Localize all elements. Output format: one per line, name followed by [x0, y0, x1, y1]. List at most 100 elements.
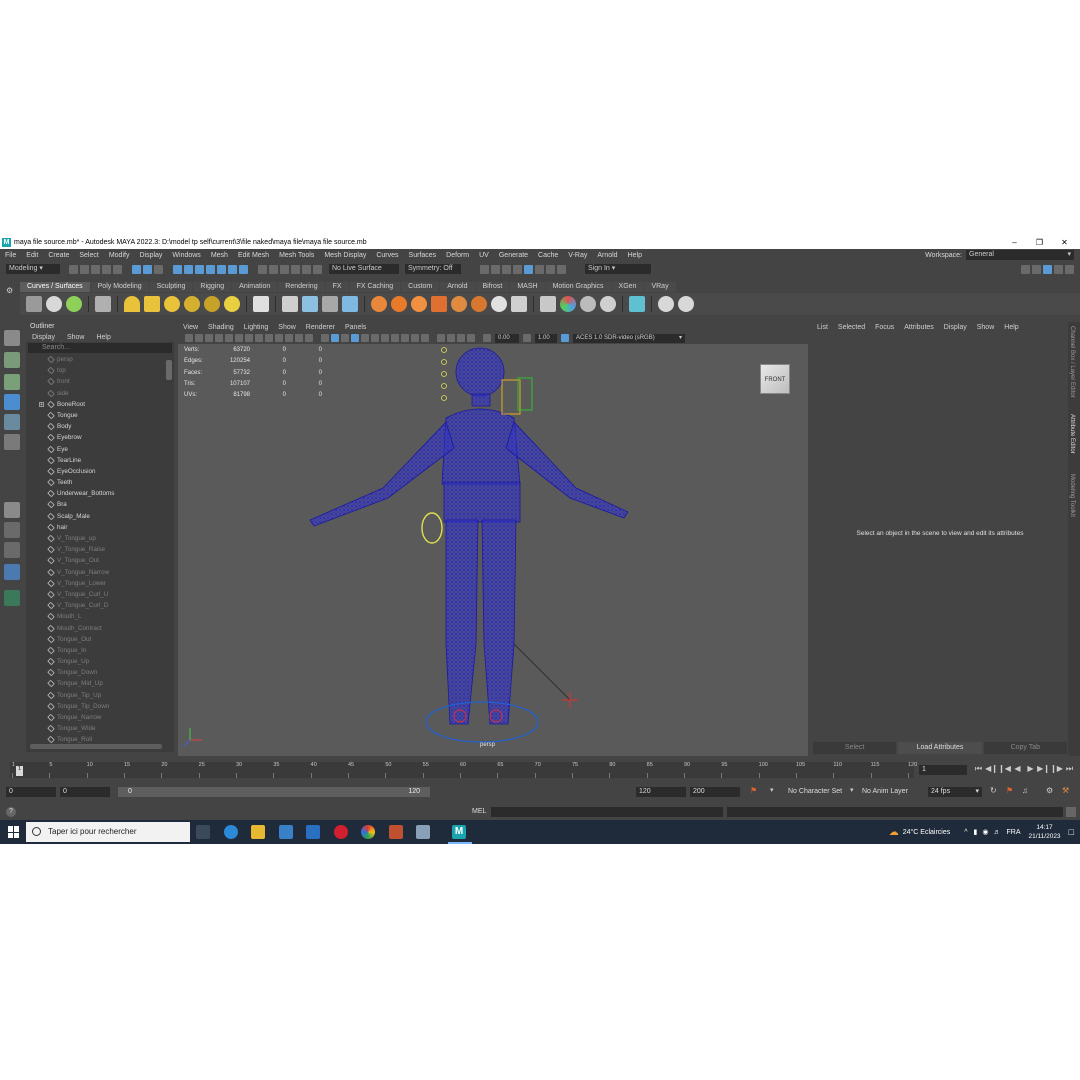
volume-icon[interactable]: ♬ — [994, 829, 1001, 836]
mail-icon[interactable] — [306, 825, 320, 839]
smooth-shade-icon[interactable] — [331, 334, 339, 342]
outliner-item[interactable]: Eye — [26, 444, 174, 455]
task-view-icon[interactable] — [196, 825, 210, 839]
vray-render-icon[interactable] — [546, 264, 555, 274]
outliner-item[interactable]: Scalp_Male — [26, 511, 174, 522]
magnet-icon[interactable] — [280, 264, 289, 274]
attr-menu-display[interactable]: Display — [939, 324, 972, 331]
close-button[interactable]: ✕ — [1052, 236, 1077, 249]
outliner-item[interactable]: Tongue_Tip_Down — [26, 701, 174, 712]
clipper-icon[interactable] — [491, 296, 507, 312]
app-icon[interactable] — [416, 825, 430, 839]
time-slider-track[interactable]: 1 5 10 15 20 25 30 35 40 45 50 55 60 65 70 75 80 85 90 95 10… — [10, 762, 917, 778]
motion-blur-icon[interactable] — [401, 334, 409, 342]
tab-attribute-editor[interactable]: Attribute Editor — [1069, 414, 1075, 454]
playback-start-field[interactable]: 0 — [60, 787, 110, 797]
outliner-item[interactable]: Tongue_Mid_Up — [26, 678, 174, 689]
weather-text[interactable]: 24°C Eclaircies — [903, 829, 951, 836]
attr-menu-selected[interactable]: Selected — [833, 324, 870, 331]
outliner-item[interactable]: EyeOcclusion — [26, 466, 174, 477]
channel-box-toggle-icon[interactable] — [1054, 264, 1063, 274]
menu-curves[interactable]: Curves — [371, 252, 403, 259]
layers-icon[interactable] — [580, 296, 596, 312]
battery-icon[interactable]: ▮ — [974, 828, 978, 836]
proxy-export-icon[interactable] — [302, 296, 318, 312]
notification-icon[interactable]: □ — [1069, 827, 1074, 837]
animation-preferences-icon[interactable]: ⚒ — [1062, 786, 1069, 795]
lasso-tool-icon[interactable] — [4, 352, 20, 368]
outliner-search-input[interactable]: Search... — [28, 343, 172, 353]
menu-mesh-tools[interactable]: Mesh Tools — [274, 252, 319, 259]
outliner-horizontal-scrollbar[interactable] — [30, 744, 162, 749]
live-surface-field[interactable]: No Live Surface — [329, 264, 399, 274]
proxy-icon[interactable] — [282, 296, 298, 312]
default-material-icon[interactable] — [341, 334, 349, 342]
render-frame-icon[interactable] — [480, 264, 489, 274]
outliner-layout-icon[interactable] — [4, 564, 20, 580]
single-perspective-layout-icon[interactable] — [4, 502, 20, 518]
copy-tab-button[interactable]: Copy Tab — [983, 742, 1067, 754]
env-fog-icon[interactable] — [371, 296, 387, 312]
safe-action-icon[interactable] — [295, 334, 303, 342]
clock[interactable]: 14:17 21/11/2023 — [1029, 823, 1061, 841]
menu-mesh[interactable]: Mesh — [206, 252, 233, 259]
animation-start-field[interactable]: 0 — [6, 787, 56, 797]
gamma-field[interactable]: 1.00 — [535, 333, 557, 343]
shelf-tab-arnold[interactable]: Arnold — [440, 282, 475, 292]
image-plane-icon[interactable] — [215, 334, 223, 342]
ipr-render-icon[interactable] — [491, 264, 500, 274]
tab-modeling-toolkit[interactable]: Modeling Toolkit — [1069, 474, 1075, 517]
viewport-menu-panels[interactable]: Panels — [340, 324, 371, 331]
outliner-menu-help[interactable]: Help — [90, 334, 116, 341]
outliner-item[interactable]: Eyebrow — [26, 432, 174, 443]
shelf-tab-rendering[interactable]: Rendering — [278, 282, 325, 292]
attribute-editor-toggle-icon[interactable] — [1043, 264, 1052, 274]
dome-light-icon[interactable] — [124, 296, 140, 312]
vray-logo-icon[interactable] — [678, 296, 694, 312]
animation-end-field[interactable]: 200 — [690, 787, 740, 797]
vray-render-icon[interactable] — [46, 296, 62, 312]
vray-material-icon[interactable] — [95, 296, 111, 312]
sun-light-icon[interactable] — [224, 296, 240, 312]
outliner-item[interactable]: persp — [26, 354, 174, 365]
shelf-tab-motion-graphics[interactable]: Motion Graphics — [545, 282, 611, 292]
shelf-tab-bifrost[interactable]: Bifrost — [475, 282, 510, 292]
opera-icon[interactable] — [334, 825, 348, 839]
plane-icon[interactable] — [253, 296, 269, 312]
menu-select[interactable]: Select — [74, 252, 103, 259]
help-icon[interactable]: ? — [6, 807, 16, 817]
fire-icon[interactable] — [411, 296, 427, 312]
shelf-tab-animation[interactable]: Animation — [232, 282, 278, 292]
xray-joints-icon[interactable] — [457, 334, 465, 342]
mesh-light-icon[interactable] — [184, 296, 200, 312]
fur-icon[interactable] — [322, 296, 338, 312]
outliner-item[interactable]: Tongue — [26, 410, 174, 421]
light-editor-icon[interactable] — [535, 264, 544, 274]
snap-live-icon[interactable] — [228, 264, 237, 274]
microsoft-store-icon[interactable] — [279, 825, 293, 839]
menu-uv[interactable]: UV — [474, 252, 494, 259]
outliner-item[interactable]: V_Tongue_Narrow — [26, 567, 174, 578]
objects-icon[interactable] — [600, 296, 616, 312]
select-object-icon[interactable] — [143, 264, 152, 274]
range-bar[interactable]: 0 120 — [118, 787, 430, 797]
menu-help[interactable]: Help — [623, 252, 647, 259]
attr-menu-help[interactable]: Help — [999, 324, 1023, 331]
fps-dropdown[interactable]: 24 fps ▾ — [928, 787, 982, 797]
grid-toggle-icon[interactable] — [245, 334, 253, 342]
open-scene-icon[interactable] — [80, 264, 89, 274]
menu-arnold[interactable]: Arnold — [592, 252, 622, 259]
vray-frame-buffer-icon[interactable] — [26, 296, 42, 312]
decal-icon[interactable] — [471, 296, 487, 312]
undo-icon[interactable] — [102, 264, 111, 274]
outliner-menu-display[interactable]: Display — [26, 334, 61, 341]
anti-aliasing-icon[interactable] — [411, 334, 419, 342]
select-hierarchy-icon[interactable] — [132, 264, 141, 274]
bookmark-icon[interactable] — [205, 334, 213, 342]
shelf-tab-mash[interactable]: MASH — [510, 282, 545, 292]
use-all-lights-icon[interactable] — [371, 334, 379, 342]
script-language-label[interactable]: MEL — [472, 808, 486, 815]
panel-layout-icon[interactable] — [1032, 264, 1041, 274]
depth-of-field-icon[interactable] — [421, 334, 429, 342]
menu-windows[interactable]: Windows — [167, 252, 205, 259]
